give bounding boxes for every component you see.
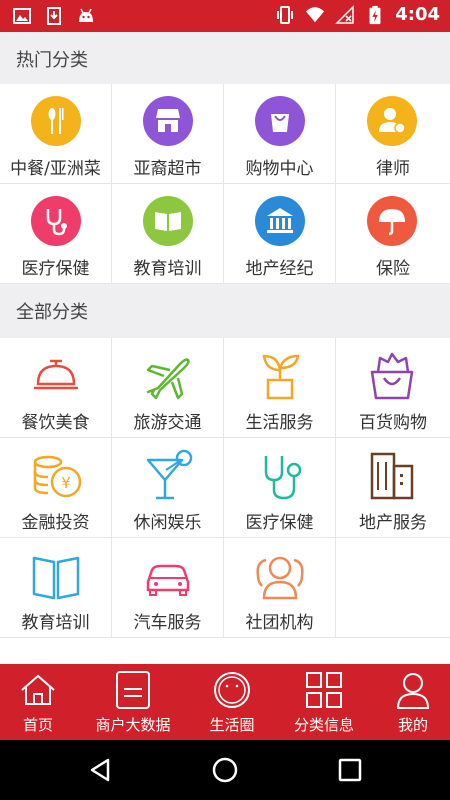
nav-label: 我的 — [397, 716, 428, 734]
category-label: 医疗保健 — [21, 259, 90, 279]
nav-home[interactable]: 首页 — [0, 664, 76, 740]
category-label: 旅游交通 — [133, 413, 202, 433]
category-label: 医疗保健 — [245, 513, 314, 533]
no-signal-icon — [335, 4, 354, 24]
nav-mine[interactable]: 我的 — [376, 664, 450, 740]
category-label: 百货购物 — [359, 413, 427, 433]
clock: 4:04 — [395, 4, 440, 25]
category-label: 社团机构 — [245, 613, 314, 633]
hot-category-chinese-asian[interactable]: 中餐/亚洲菜 — [0, 84, 112, 184]
category-label: 教育培训 — [133, 259, 202, 279]
category-label: 地产服务 — [359, 513, 427, 533]
hot-category-medical[interactable]: 医疗保健 — [0, 184, 112, 284]
lawyer-icon — [367, 96, 417, 146]
group-icon — [256, 556, 304, 600]
content-spacer — [0, 638, 450, 664]
category-entertainment[interactable]: 休闲娱乐 — [112, 438, 224, 538]
home-circle-icon[interactable] — [211, 756, 239, 784]
utensils-icon — [31, 96, 81, 146]
category-label: 亚裔超市 — [133, 159, 202, 179]
download-icon — [47, 7, 61, 25]
recents-icon[interactable] — [336, 756, 364, 784]
nav-label: 首页 — [22, 716, 53, 734]
shopping-basket-icon — [370, 352, 414, 400]
nav-label: 生活圈 — [209, 716, 255, 734]
nav-label: 分类信息 — [293, 716, 354, 734]
category-life-services[interactable]: 生活服务 — [224, 338, 336, 438]
hot-category-lawyer[interactable]: 律师 — [336, 84, 450, 184]
image-icon — [13, 8, 31, 24]
category-medical[interactable]: 医疗保健 — [224, 438, 336, 538]
hot-category-grid: 中餐/亚洲菜 亚裔超市 购物中心 律师 医疗保健 教育培训 地产经纪 保险 — [0, 84, 450, 284]
cocktail-icon — [146, 449, 193, 500]
svg-text:¥: ¥ — [61, 474, 71, 492]
android-icon — [79, 8, 93, 22]
bottom-nav: 首页 商户大数据 生活圈 分类信息 我的 — [0, 664, 450, 740]
empty-cell — [336, 538, 450, 638]
nav-life-circle[interactable]: 生活圈 — [188, 664, 276, 740]
stethoscope-icon — [31, 196, 81, 246]
battery-charging-icon — [369, 5, 381, 24]
back-icon[interactable] — [86, 756, 114, 784]
document-icon — [116, 671, 150, 709]
category-label: 金融投资 — [21, 513, 90, 533]
hot-category-real-estate-agent[interactable]: 地产经纪 — [224, 184, 336, 284]
stethoscope-icon — [264, 456, 302, 500]
hot-section-header: 热门分类 — [0, 32, 450, 84]
category-label: 生活服务 — [245, 413, 314, 433]
shopping-bag-icon — [255, 96, 305, 146]
category-finance[interactable]: ¥ 金融投资 — [0, 438, 112, 538]
hot-section-title: 热门分类 — [16, 50, 88, 71]
building-icon — [370, 452, 414, 500]
all-category-grid: 餐饮美食 旅游交通 生活服务 百货购物 ¥ 金融投资 休闲娱乐 医疗保健 地产服… — [0, 338, 450, 638]
all-section-title: 全部分类 — [16, 302, 88, 323]
hot-category-asian-supermarket[interactable]: 亚裔超市 — [112, 84, 224, 184]
car-icon — [146, 564, 190, 596]
category-label: 教育培训 — [21, 613, 90, 633]
category-department-store[interactable]: 百货购物 — [336, 338, 450, 438]
bank-icon — [255, 196, 305, 246]
hot-category-shopping-center[interactable]: 购物中心 — [224, 84, 336, 184]
plant-pot-icon — [262, 354, 300, 400]
category-label: 休闲娱乐 — [133, 513, 202, 533]
nav-label: 商户大数据 — [95, 716, 171, 734]
category-label: 购物中心 — [245, 159, 314, 179]
category-travel[interactable]: 旅游交通 — [112, 338, 224, 438]
hot-category-insurance[interactable]: 保险 — [336, 184, 450, 284]
category-real-estate[interactable]: 地产服务 — [336, 438, 450, 538]
category-label: 餐饮美食 — [21, 413, 90, 433]
vibrate-icon — [277, 5, 294, 24]
nav-classifieds[interactable]: 分类信息 — [282, 664, 366, 740]
status-bar: 4:04 — [0, 0, 450, 32]
all-section-header: 全部分类 — [0, 284, 450, 338]
nav-merchant-data[interactable]: 商户大数据 — [88, 664, 178, 740]
system-nav-bar — [0, 740, 450, 800]
category-auto[interactable]: 汽车服务 — [112, 538, 224, 638]
coins-icon: ¥ — [33, 455, 82, 498]
hot-category-education[interactable]: 教育培训 — [112, 184, 224, 284]
store-icon — [143, 96, 193, 146]
food-cloche-icon — [34, 359, 78, 390]
category-label: 地产经纪 — [245, 259, 314, 279]
grid-icon — [306, 672, 342, 708]
wifi-icon — [306, 6, 325, 22]
home-icon — [21, 674, 55, 705]
airplane-icon — [146, 358, 190, 400]
category-label: 中餐/亚洲菜 — [10, 159, 101, 179]
umbrella-icon — [367, 196, 417, 246]
book-icon — [143, 196, 193, 246]
category-organizations[interactable]: 社团机构 — [224, 538, 336, 638]
category-label: 保险 — [376, 259, 410, 279]
circle-face-icon — [214, 672, 250, 708]
open-book-icon — [32, 556, 80, 600]
category-label: 汽车服务 — [133, 613, 202, 633]
user-icon — [396, 673, 430, 709]
category-label: 律师 — [376, 159, 410, 179]
category-education[interactable]: 教育培训 — [0, 538, 112, 638]
category-food[interactable]: 餐饮美食 — [0, 338, 112, 438]
